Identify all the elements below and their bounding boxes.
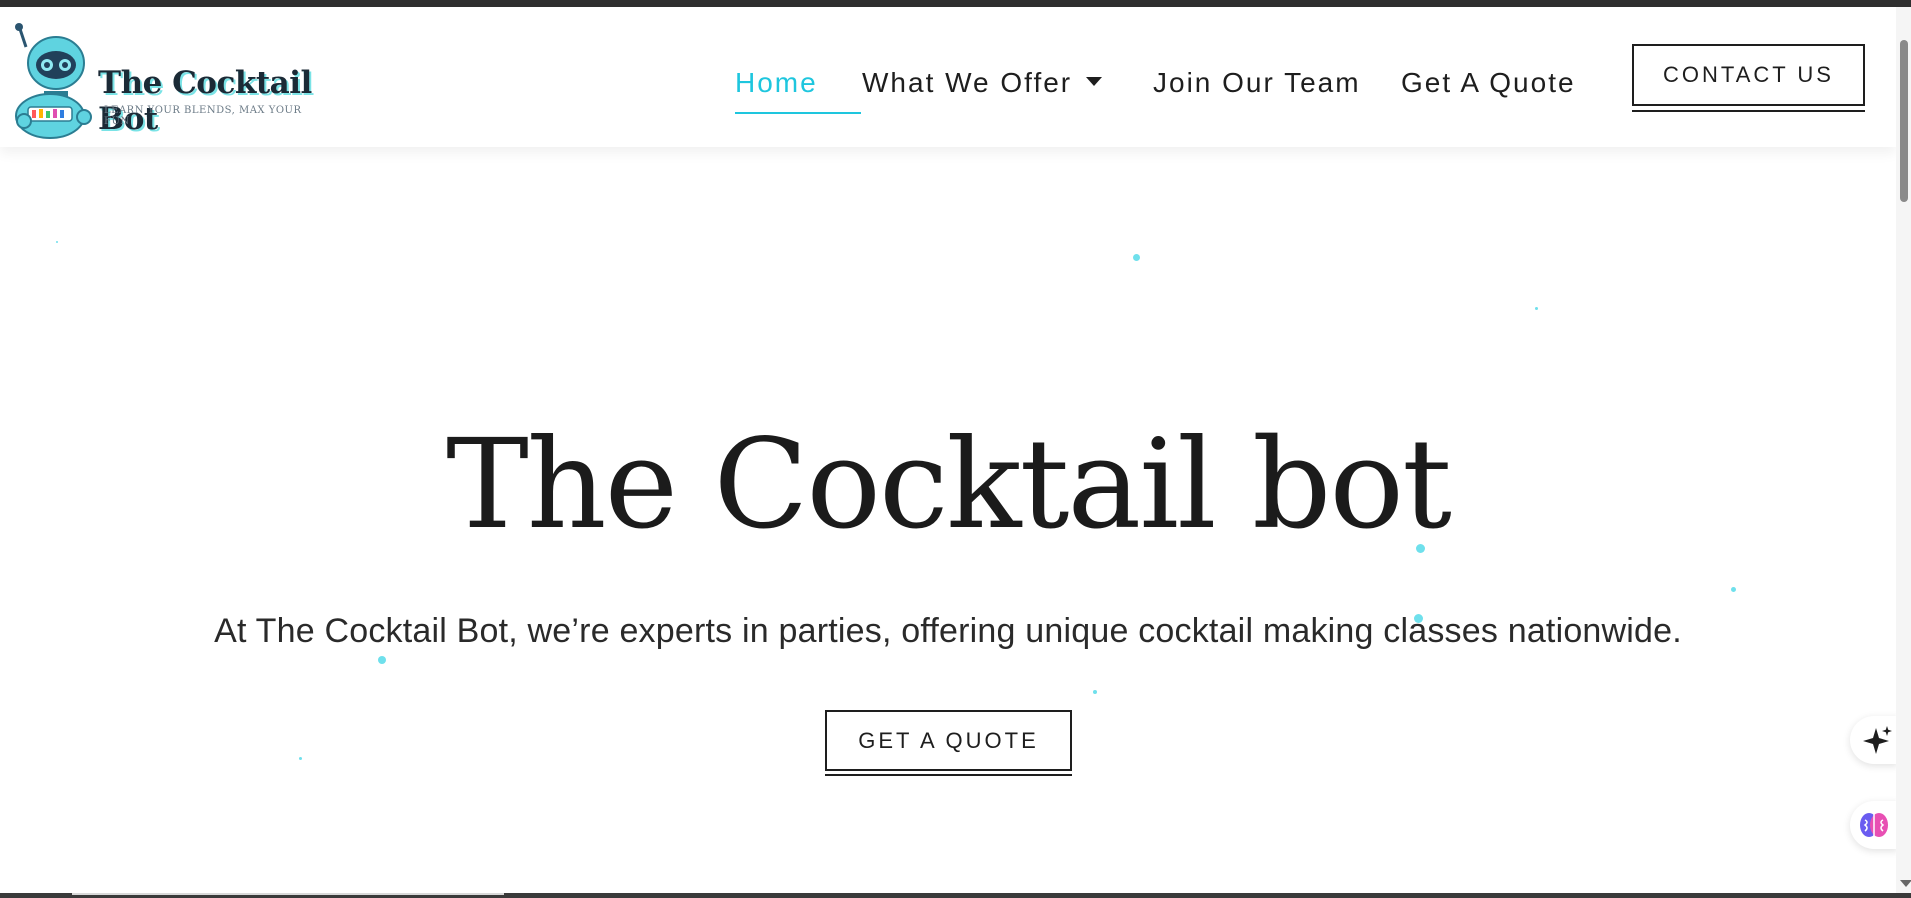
contact-us-button[interactable]: CONTACT US	[1632, 44, 1865, 106]
browser-top-bar	[0, 0, 1911, 7]
hero-title: The Cocktail bot	[446, 413, 1452, 557]
nav-join-label: Join Our Team	[1153, 67, 1361, 98]
nav-home[interactable]: Home	[735, 55, 861, 114]
robot-logo-icon	[15, 23, 92, 139]
bubble	[1535, 307, 1538, 310]
nav-quote-label: Get A Quote	[1401, 67, 1576, 98]
nav-home-label: Home	[735, 67, 818, 98]
scrollbar-thumb[interactable]	[1900, 40, 1908, 202]
ai-brain-button[interactable]	[1850, 801, 1898, 849]
get-a-quote-button[interactable]: GET A QUOTE	[825, 710, 1072, 771]
nav-get-a-quote[interactable]: Get A Quote	[1401, 55, 1576, 111]
site-header: The Cocktail Bot LEARN YOUR BLENDS, MAX …	[0, 7, 1896, 147]
bubble	[299, 757, 302, 760]
contact-us-button-underline	[1632, 110, 1865, 112]
bubble	[378, 656, 386, 664]
bubble	[1093, 690, 1097, 694]
sparkle-icon	[1863, 726, 1892, 754]
nav-home-underline	[735, 112, 861, 114]
nav-offer-label: What We Offer	[862, 67, 1073, 98]
hero-subtitle: At The Cocktail Bot, we’re experts in pa…	[214, 612, 1682, 650]
chevron-down-icon	[1086, 77, 1103, 87]
ai-assistant-button[interactable]	[1850, 716, 1898, 764]
brain-icon	[1860, 813, 1888, 837]
scroll-down-arrow-icon[interactable]	[1900, 880, 1911, 887]
nav-join-our-team[interactable]: Join Our Team	[1153, 55, 1361, 111]
bubble	[56, 241, 58, 243]
site-logo[interactable]: The Cocktail Bot LEARN YOUR BLENDS, MAX …	[14, 21, 324, 139]
bubble	[1731, 587, 1736, 592]
get-a-quote-button-underline	[825, 774, 1072, 776]
nav-what-we-offer[interactable]: What We Offer	[862, 55, 1103, 111]
bubble	[1133, 254, 1140, 261]
browser-bottom-bar	[0, 893, 1911, 898]
logo-tagline: LEARN YOUR BLENDS, MAX YOUR FUN	[104, 105, 302, 127]
bottom-bar-highlight	[72, 893, 504, 895]
